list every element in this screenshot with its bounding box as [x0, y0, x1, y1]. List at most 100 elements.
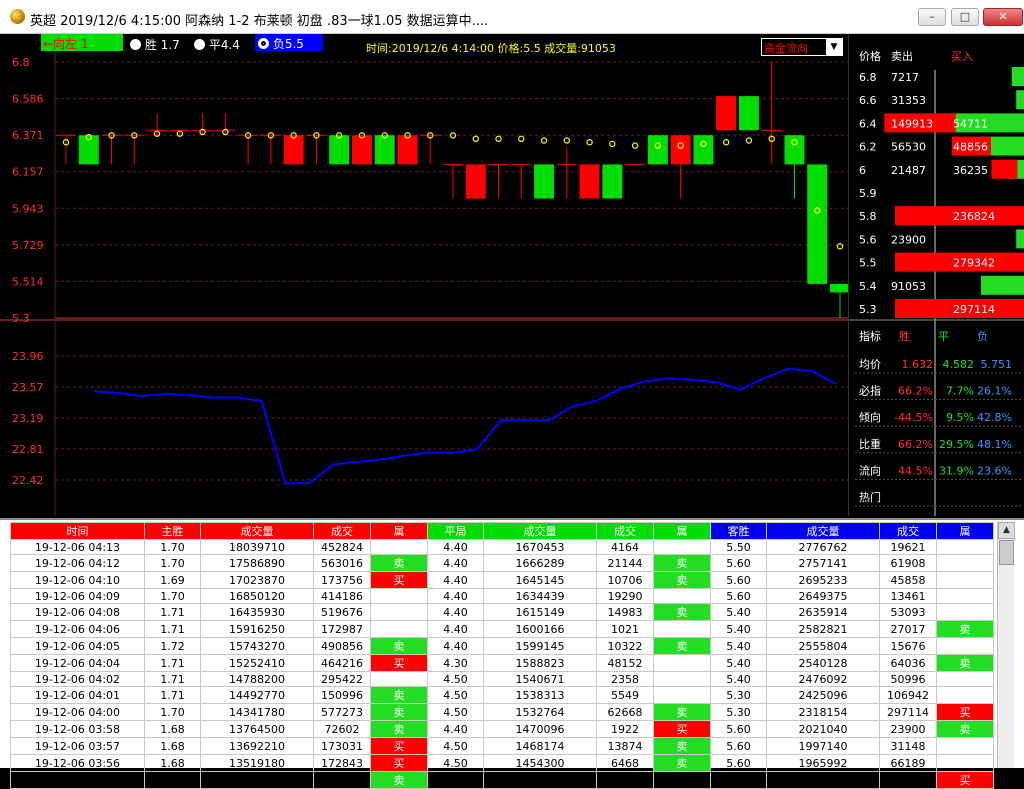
radio-draw[interactable]: 平4.4	[194, 36, 240, 53]
data-grid-area: 时间 主胜 成交量 成交属平局 成交量 成交属客胜 成交量 成交属 19-12-06 04:1…	[0, 518, 1024, 789]
table-cell: 19-12-06 03:56	[10, 754, 145, 772]
indicator-draw: 4.582	[943, 358, 975, 371]
indicator-lose: 5.751	[981, 358, 1013, 371]
column-header[interactable]: 成交	[596, 522, 654, 540]
indicator-win: 44.5%	[898, 464, 933, 477]
column-header[interactable]: 成交	[313, 522, 371, 540]
radio-lose[interactable]: 负5.5	[255, 34, 323, 51]
table-cell: 273408	[596, 771, 654, 789]
column-header[interactable]: 成交量	[483, 522, 597, 540]
table-cell: 4.40	[427, 603, 484, 621]
table-cell: 4.50	[427, 686, 484, 704]
table-row[interactable]: 19-12-06 04:01 1.71 14492770 150996 卖 4.50 153…	[10, 686, 994, 704]
column-header[interactable]: 属	[936, 522, 994, 540]
table-cell	[936, 554, 994, 572]
order-book-price: 5.9	[859, 187, 877, 200]
order-book-price: 6.6	[859, 94, 877, 107]
table-cell: 卖	[370, 720, 428, 738]
order-book-header-price: 价格	[859, 49, 881, 63]
table-cell: 4.30	[427, 654, 484, 672]
table-cell: 48152	[596, 654, 654, 672]
flow-select[interactable]: 资金流向 ▼	[761, 38, 843, 56]
order-book-price: 6.8	[859, 71, 877, 84]
table-row[interactable]: 19-12-06 04:09 1.70 16850120 414186 4.40 1634…	[10, 588, 994, 604]
table-cell: 买	[370, 654, 428, 672]
table-cell: 452824	[313, 539, 371, 555]
column-header[interactable]: 属	[653, 522, 711, 540]
column-header[interactable]: 成交量	[200, 522, 314, 540]
minimize-button[interactable]: –	[918, 8, 946, 26]
table-row[interactable]: 19-12-06 04:06 1.71 15916250 172987 4.40 1600…	[10, 620, 994, 638]
table-cell: 19-12-06 04:04	[10, 654, 145, 672]
table-cell: 172843	[313, 754, 371, 772]
scroll-up-icon[interactable]: ▲	[998, 522, 1015, 539]
table-row[interactable]: 19-12-06 04:08 1.71 16435930 519676 4.40 1615…	[10, 603, 994, 621]
table-cell: 5.40	[710, 671, 767, 687]
avg-price-dot	[518, 135, 525, 143]
table-row[interactable]: 19-12-06 04:13 1.70 18039710 452824 4.40 1670…	[10, 539, 994, 555]
table-cell: 15252410	[200, 654, 314, 672]
table-row[interactable]: 19-12-06 04:04 1.71 15252410 464216 买 4.30 158…	[10, 654, 994, 672]
column-header[interactable]: 时间	[10, 522, 145, 540]
column-header[interactable]: 成交量	[766, 522, 880, 540]
table-row[interactable]: 19-12-06 03:56 1.68 13519180 172843 买 4.50 145…	[10, 754, 994, 772]
indicator-win: 66.2%	[898, 385, 933, 398]
avg-price-dot	[722, 139, 730, 146]
indicator-header-label: 指标	[859, 329, 881, 343]
table-cell: 卖	[370, 771, 428, 789]
table-cell: 2358	[596, 671, 654, 687]
table-cell: 5.30	[710, 703, 767, 721]
column-header[interactable]: 平局	[427, 522, 484, 540]
vertical-scrollbar[interactable]: ▲	[997, 522, 1015, 768]
order-book-buy-volume: 48856	[953, 141, 988, 154]
table-cell: 172987	[313, 620, 371, 638]
table-cell	[936, 637, 994, 655]
order-book: 价格 卖出 买入 6.8 7217 6.6 31353 6.4 149913 54711 6.2 56…	[849, 49, 1024, 516]
table-row[interactable]: 19-12-06 04:02 1.71 14788200 295422 4.50 1540…	[10, 671, 994, 687]
table-row[interactable]: 19-12-06 03:54 1.68 13346330 1201488 卖 4.50 14…	[10, 771, 994, 789]
radio-win[interactable]: 胜 1.7	[130, 36, 180, 53]
direction-button[interactable]: ←向左 1	[41, 34, 123, 51]
column-header[interactable]: 属	[370, 522, 428, 540]
table-cell: 2555804	[766, 637, 880, 655]
direction-label: ←向左 1	[43, 37, 89, 51]
table-cell: 19621	[879, 539, 937, 555]
table-row[interactable]: 19-12-06 04:12 1.70 17586890 563016 卖 4.40 166…	[10, 554, 994, 572]
table-cell: 卖	[936, 654, 994, 672]
table-cell: 4.50	[427, 671, 484, 687]
column-header[interactable]: 主胜	[144, 522, 201, 540]
table-row[interactable]: 19-12-06 04:10 1.69 17023870 173756 买 4.40 164…	[10, 571, 994, 589]
table-row[interactable]: 19-12-06 03:58 1.68 13764500 72602 卖 4.40 1470…	[10, 720, 994, 738]
table-row[interactable]: 19-12-06 04:05 1.72 15743270 490856 卖 4.40 159…	[10, 637, 994, 655]
table-cell: 买	[936, 703, 994, 721]
table-cell: 4.40	[427, 620, 484, 638]
close-button[interactable]: ✕	[983, 8, 1023, 26]
scroll-thumb[interactable]	[999, 540, 1014, 565]
order-book-price: 6	[859, 164, 866, 177]
table-cell: 5.60	[710, 571, 767, 589]
table-cell: 15743270	[200, 637, 314, 655]
table-row[interactable]: 19-12-06 04:00 1.70 14341780 577273 卖 4.50 153…	[10, 703, 994, 721]
indicator-draw: 9.5%	[946, 411, 974, 424]
price-tick-label: 5.943	[12, 202, 44, 215]
table-cell: 4.50	[427, 754, 484, 772]
table-row[interactable]: 19-12-06 03:57 1.68 13692210 173031 买 4.50 146…	[10, 737, 994, 755]
table-cell: 买	[370, 754, 428, 772]
table-cell: 4.40	[427, 588, 484, 604]
column-header[interactable]: 客胜	[710, 522, 767, 540]
table-cell	[936, 686, 994, 704]
column-header[interactable]: 成交	[879, 522, 937, 540]
table-cell: 19-12-06 04:02	[10, 671, 145, 687]
avg-price-dot	[836, 243, 844, 250]
table-cell: 13764500	[200, 720, 314, 738]
indicator-lose: 48.1%	[977, 438, 1012, 451]
avg-price-dot	[609, 140, 616, 148]
table-cell: 1899803	[766, 771, 880, 789]
indicator-label: 倾向	[859, 410, 881, 424]
maximize-button[interactable]: □	[951, 8, 979, 26]
order-book-sell-volume: 21487	[891, 164, 926, 177]
table-cell	[936, 571, 994, 589]
table-cell	[653, 686, 711, 704]
table-cell: 卖	[653, 554, 711, 572]
table-cell: 卖	[936, 720, 994, 738]
